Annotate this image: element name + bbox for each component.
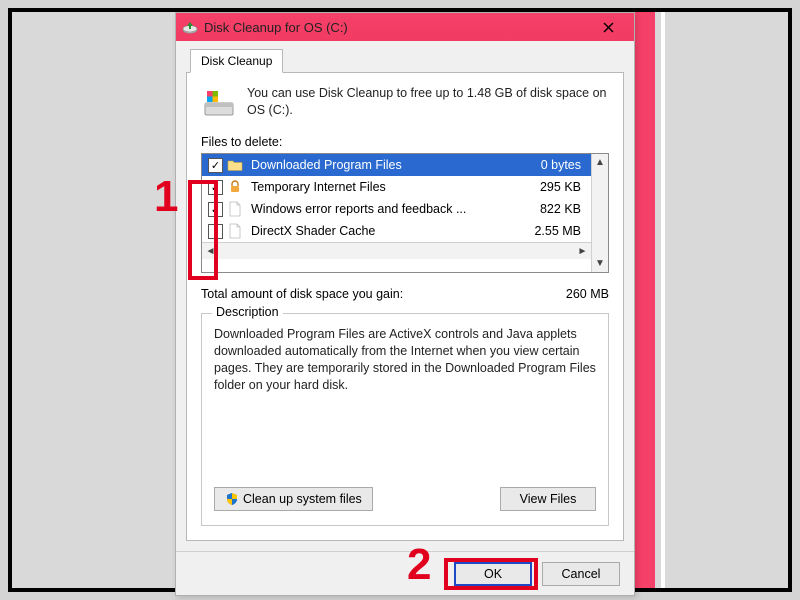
view-files-button[interactable]: View Files — [500, 487, 596, 511]
intro-row: You can use Disk Cleanup to free up to 1… — [201, 85, 609, 121]
tab-disk-cleanup[interactable]: Disk Cleanup — [190, 49, 283, 73]
scroll-right-icon[interactable]: ► — [574, 243, 591, 260]
ok-label: OK — [484, 567, 502, 581]
files-list: ✓ Downloaded Program Files 0 bytes ✓ — [201, 153, 609, 273]
description-text: Downloaded Program Files are ActiveX con… — [214, 326, 596, 473]
description-heading: Description — [212, 305, 283, 319]
total-value: 260 MB — [539, 287, 609, 301]
scroll-down-icon[interactable]: ▼ — [592, 255, 608, 272]
total-label: Total amount of disk space you gain: — [201, 287, 539, 301]
horizontal-scrollbar[interactable]: ◄ ► — [202, 242, 591, 259]
ok-button[interactable]: OK — [454, 562, 532, 586]
file-row[interactable]: ✓ Windows error reports and feedback ...… — [202, 198, 591, 220]
intro-text: You can use Disk Cleanup to free up to 1… — [247, 85, 609, 119]
folder-icon — [227, 157, 243, 173]
cancel-label: Cancel — [562, 567, 601, 581]
lock-icon — [227, 179, 243, 195]
checkbox[interactable] — [208, 224, 223, 239]
background-pink-strip — [635, 12, 655, 588]
total-row: Total amount of disk space you gain: 260… — [201, 287, 609, 301]
file-name: Windows error reports and feedback ... — [247, 202, 505, 216]
tab-label: Disk Cleanup — [201, 54, 272, 68]
cleanup-system-files-label: Clean up system files — [243, 492, 362, 506]
tab-page: You can use Disk Cleanup to free up to 1… — [186, 72, 624, 541]
file-size: 0 bytes — [509, 158, 591, 172]
file-row[interactable]: ✓ Downloaded Program Files 0 bytes — [202, 154, 591, 176]
description-group: Description Downloaded Program Files are… — [201, 313, 609, 526]
file-icon — [227, 223, 243, 239]
view-files-label: View Files — [520, 492, 577, 506]
file-size: 822 KB — [509, 202, 591, 216]
scroll-up-icon[interactable]: ▲ — [592, 154, 608, 171]
window-title: Disk Cleanup for OS (C:) — [204, 20, 588, 35]
file-name: DirectX Shader Cache — [247, 224, 505, 238]
file-name: Downloaded Program Files — [247, 158, 505, 172]
cancel-button[interactable]: Cancel — [542, 562, 620, 586]
checkbox[interactable]: ✓ — [208, 202, 223, 217]
cleanup-system-files-button[interactable]: Clean up system files — [214, 487, 373, 511]
checkbox[interactable]: ✓ — [208, 180, 223, 195]
scroll-track[interactable] — [592, 171, 608, 255]
drive-icon — [201, 85, 237, 121]
checkbox[interactable]: ✓ — [208, 158, 223, 173]
dialog-footer: OK Cancel — [176, 551, 634, 595]
file-size: 295 KB — [509, 180, 591, 194]
disk-cleanup-dialog: Disk Cleanup for OS (C:) Disk Cleanup — [175, 12, 635, 596]
file-name: Temporary Internet Files — [247, 180, 505, 194]
close-button[interactable] — [588, 14, 628, 40]
shield-icon — [225, 492, 239, 506]
file-row[interactable]: DirectX Shader Cache 2.55 MB — [202, 220, 591, 242]
titlebar[interactable]: Disk Cleanup for OS (C:) — [176, 13, 634, 41]
vertical-scrollbar[interactable]: ▲ ▼ — [591, 154, 608, 272]
file-icon — [227, 201, 243, 217]
disk-cleanup-icon — [182, 19, 198, 35]
tab-strip: Disk Cleanup — [186, 49, 624, 73]
scroll-left-icon[interactable]: ◄ — [202, 243, 219, 260]
file-size: 2.55 MB — [509, 224, 591, 238]
files-to-delete-label: Files to delete: — [201, 135, 609, 149]
background-white-strip — [661, 12, 665, 588]
file-row[interactable]: ✓ Temporary Internet Files 295 KB — [202, 176, 591, 198]
